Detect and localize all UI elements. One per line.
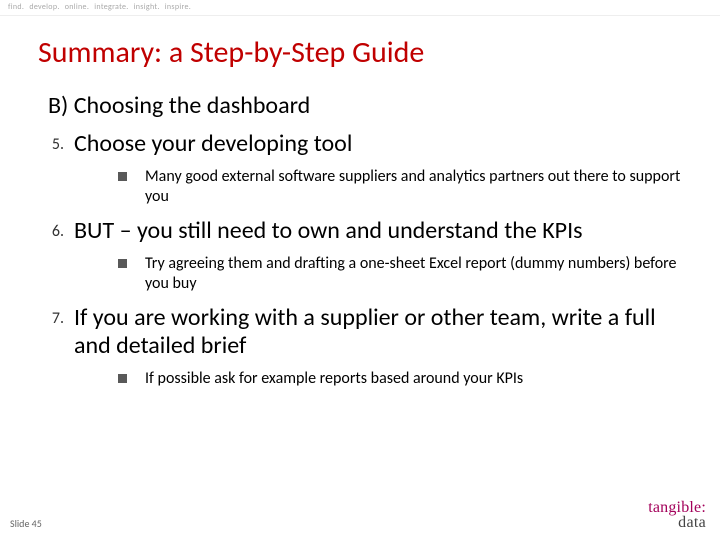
top-tagline: find. develop. online. integrate. insigh… — [0, 0, 720, 16]
sub-item-text: If possible ask for example reports base… — [145, 369, 692, 389]
tagline-word: find. — [8, 2, 24, 12]
brand-logo: tangible: data — [648, 500, 706, 530]
brand-line1: tangible: — [648, 500, 706, 515]
tagline-word: insight. — [134, 2, 160, 12]
sub-item: Try agreeing them and drafting a one-she… — [118, 254, 692, 294]
section-heading: B) Choosing the dashboard — [0, 77, 720, 124]
item-heading: Choose your developing tool — [74, 130, 692, 159]
tagline-word: develop. — [29, 2, 59, 12]
item-heading: BUT – you still need to own and understa… — [74, 217, 692, 246]
item-number: 6. — [40, 217, 74, 241]
square-bullet-icon — [118, 374, 127, 383]
slide-title: Summary: a Step-by-Step Guide — [0, 16, 720, 77]
item-heading: If you are working with a supplier or ot… — [74, 304, 692, 362]
sub-item-text: Try agreeing them and drafting a one-she… — [145, 254, 692, 294]
tagline-word: inspire. — [165, 2, 191, 12]
square-bullet-icon — [118, 259, 127, 268]
sub-item: Many good external software suppliers an… — [118, 167, 692, 207]
slide-content: 5. Choose your developing tool Many good… — [0, 124, 720, 389]
square-bullet-icon — [118, 172, 127, 181]
list-item: 6. BUT – you still need to own and under… — [40, 217, 692, 294]
brand-line2: data — [648, 515, 706, 530]
list-item: 7. If you are working with a supplier or… — [40, 304, 692, 390]
sub-item: If possible ask for example reports base… — [118, 369, 692, 389]
list-item: 5. Choose your developing tool Many good… — [40, 130, 692, 207]
slide-number: Slide 45 — [10, 517, 42, 530]
tagline-word: online. — [65, 2, 89, 12]
item-number: 7. — [40, 304, 74, 328]
sub-item-text: Many good external software suppliers an… — [145, 167, 692, 207]
item-number: 5. — [40, 130, 74, 154]
tagline-word: integrate. — [94, 2, 128, 12]
